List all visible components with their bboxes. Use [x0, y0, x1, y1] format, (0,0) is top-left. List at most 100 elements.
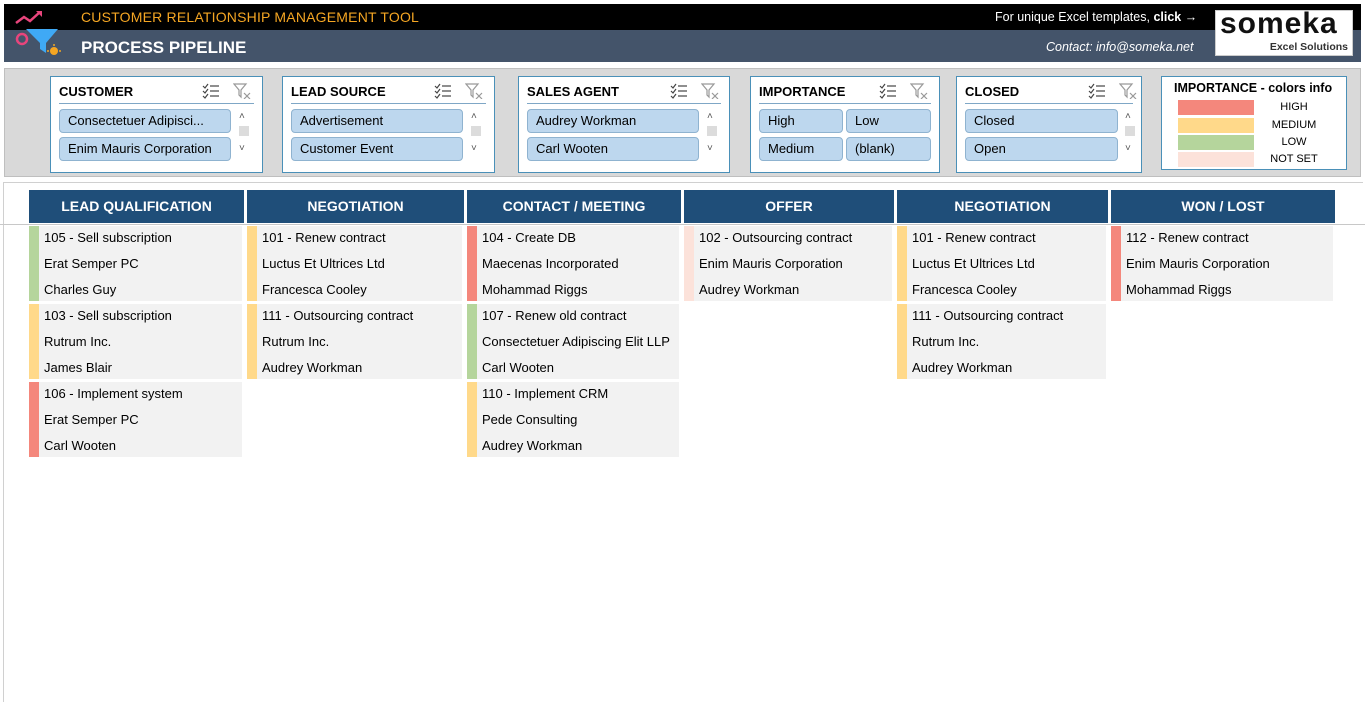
clear-filter-icon[interactable]	[233, 83, 251, 99]
deal-title: 104 - Create DB	[482, 230, 576, 245]
slicer-item[interactable]: Consectetuer Adipisci...	[59, 109, 231, 133]
chevron-down-icon[interactable]: ˅	[1125, 143, 1131, 154]
slicer-scrollbar[interactable]: ˄ ˅	[237, 111, 251, 159]
multi-select-icon[interactable]	[434, 83, 452, 99]
multi-select-icon[interactable]	[670, 83, 688, 99]
deal-card[interactable]: 107 - Renew old contract Consectetuer Adi…	[467, 304, 679, 379]
slicer-scrollbar[interactable]: ˄ ˅	[1123, 111, 1137, 159]
multi-select-icon[interactable]	[879, 83, 897, 99]
importance-indicator	[897, 226, 907, 301]
slicer-item[interactable]: Open	[965, 137, 1118, 161]
deal-title: 101 - Renew contract	[912, 230, 1036, 245]
deal-card[interactable]: 111 - Outsourcing contractRutrum Inc.Aud…	[897, 304, 1106, 379]
contact-email[interactable]: Contact: info@someka.net	[1046, 40, 1194, 54]
chevron-up-icon[interactable]: ˄	[707, 111, 713, 122]
chevron-up-icon[interactable]: ˄	[1125, 111, 1131, 122]
deal-title: 101 - Renew contract	[262, 230, 386, 245]
slicer-closed: CLOSED Closed Open ˄ ˅	[956, 76, 1142, 173]
importance-indicator	[897, 304, 907, 379]
company-name: Erat Semper PC	[44, 256, 139, 271]
scrollbar-thumb[interactable]	[471, 126, 481, 136]
slicer-item[interactable]: Carl Wooten	[527, 137, 699, 161]
clear-filter-icon[interactable]	[1119, 83, 1137, 99]
clear-filter-icon[interactable]	[701, 83, 719, 99]
promo-text: For unique Excel templates,	[995, 10, 1150, 24]
column-header: CONTACT / MEETING	[467, 190, 681, 223]
page-title: PROCESS PIPELINE	[81, 38, 246, 58]
legend-item: HIGH	[1178, 100, 1338, 115]
scrollbar-thumb[interactable]	[707, 126, 717, 136]
legend-item: LOW	[1178, 135, 1338, 150]
deal-title: 105 - Sell subscription	[44, 230, 172, 245]
clear-filter-icon[interactable]	[465, 83, 483, 99]
chevron-up-icon[interactable]: ˄	[239, 111, 245, 122]
deal-card[interactable]: 112 - Renew contractEnim Mauris Corporat…	[1111, 226, 1333, 301]
deal-card[interactable]: 110 - Implement CRMPede ConsultingAudrey…	[467, 382, 679, 457]
company-name: Luctus Et Ultrices Ltd	[262, 256, 385, 271]
slicer-item[interactable]: (blank)	[846, 137, 931, 161]
importance-indicator	[247, 304, 257, 379]
multi-select-icon[interactable]	[202, 83, 220, 99]
column-header: NEGOTIATION	[897, 190, 1108, 223]
deal-title: 106 - Implement system	[44, 386, 183, 401]
importance-indicator	[29, 304, 39, 379]
slicer-item[interactable]: Advertisement	[291, 109, 463, 133]
sales-agent-name: James Blair	[44, 360, 112, 375]
importance-indicator	[1111, 226, 1121, 301]
slicer-scrollbar[interactable]: ˄ ˅	[705, 111, 719, 159]
slicer-item[interactable]: High	[759, 109, 843, 133]
slicer-scrollbar[interactable]: ˄ ˅	[469, 111, 483, 159]
board-grid-line	[0, 224, 1365, 225]
company-name: Rutrum Inc.	[912, 334, 979, 349]
sales-agent-name: Charles Guy	[44, 282, 116, 297]
deal-card[interactable]: 102 - Outsourcing contractEnim Mauris Co…	[684, 226, 892, 301]
scrollbar-thumb[interactable]	[239, 126, 249, 136]
company-name: Maecenas Incorporated	[482, 256, 619, 271]
slicer-item[interactable]: Medium	[759, 137, 843, 161]
funnel-chart-icon	[14, 9, 62, 57]
chevron-down-icon[interactable]: ˅	[707, 143, 713, 154]
deal-card[interactable]: 103 - Sell subscriptionRutrum Inc.James …	[29, 304, 242, 379]
sales-agent-name: Audrey Workman	[262, 360, 362, 375]
deal-title: 107 - Renew old contract	[482, 308, 627, 323]
sales-agent-name: Mohammad Riggs	[482, 282, 588, 297]
slicer-divider	[965, 103, 1133, 104]
deal-card[interactable]: 105 - Sell subscription Erat Semper PC Cha…	[29, 226, 242, 301]
deal-card[interactable]: 101 - Renew contractLuctus Et Ultrices L…	[897, 226, 1106, 301]
legend-label: NOT SET	[1264, 153, 1324, 165]
scrollbar-thumb[interactable]	[1125, 126, 1135, 136]
deal-card[interactable]: 104 - Create DB Maecenas Incorporated Moha…	[467, 226, 679, 301]
slicer-item[interactable]: Closed	[965, 109, 1118, 133]
someka-logo[interactable]: someka Excel Solutions	[1215, 10, 1353, 56]
sales-agent-name: Carl Wooten	[482, 360, 554, 375]
slicer-item[interactable]: Customer Event	[291, 137, 463, 161]
deal-card[interactable]: 106 - Implement systemErat Semper PCCarl…	[29, 382, 242, 457]
chevron-up-icon[interactable]: ˄	[471, 111, 477, 122]
slicer-divider	[527, 103, 721, 104]
slicer-item[interactable]: Low	[846, 109, 931, 133]
deal-card[interactable]: 101 - Renew contract Luctus Et Ultrices L…	[247, 226, 462, 301]
sales-agent-name: Carl Wooten	[44, 438, 116, 453]
promo-link[interactable]: For unique Excel templates, click →	[995, 10, 1197, 24]
importance-indicator	[467, 382, 477, 457]
company-name: Enim Mauris Corporation	[699, 256, 843, 271]
sales-agent-name: Francesca Cooley	[262, 282, 367, 297]
importance-indicator	[29, 226, 39, 301]
legend-label: MEDIUM	[1264, 119, 1324, 131]
app-title: CUSTOMER RELATIONSHIP MANAGEMENT TOOL	[81, 9, 419, 25]
slicer-lead-source: LEAD SOURCE Advertisement Customer Event…	[282, 76, 495, 173]
slicer-item[interactable]: Enim Mauris Corporation	[59, 137, 231, 161]
deal-title: 112 - Renew contract	[1126, 230, 1249, 245]
company-name: Consectetuer Adipiscing Elit LLP	[482, 334, 670, 349]
slicer-item[interactable]: Audrey Workman	[527, 109, 699, 133]
column-header: NEGOTIATION	[247, 190, 464, 223]
clear-filter-icon[interactable]	[910, 83, 928, 99]
deal-card[interactable]: 111 - Outsourcing contractRutrum Inc.Aud…	[247, 304, 462, 379]
chevron-down-icon[interactable]: ˅	[239, 143, 245, 154]
brand-subtitle: Excel Solutions	[1270, 41, 1348, 53]
slicer-title: LEAD SOURCE	[291, 84, 386, 99]
company-name: Rutrum Inc.	[44, 334, 111, 349]
chevron-down-icon[interactable]: ˅	[471, 143, 477, 154]
slicer-title: CUSTOMER	[59, 84, 133, 99]
multi-select-icon[interactable]	[1088, 83, 1106, 99]
